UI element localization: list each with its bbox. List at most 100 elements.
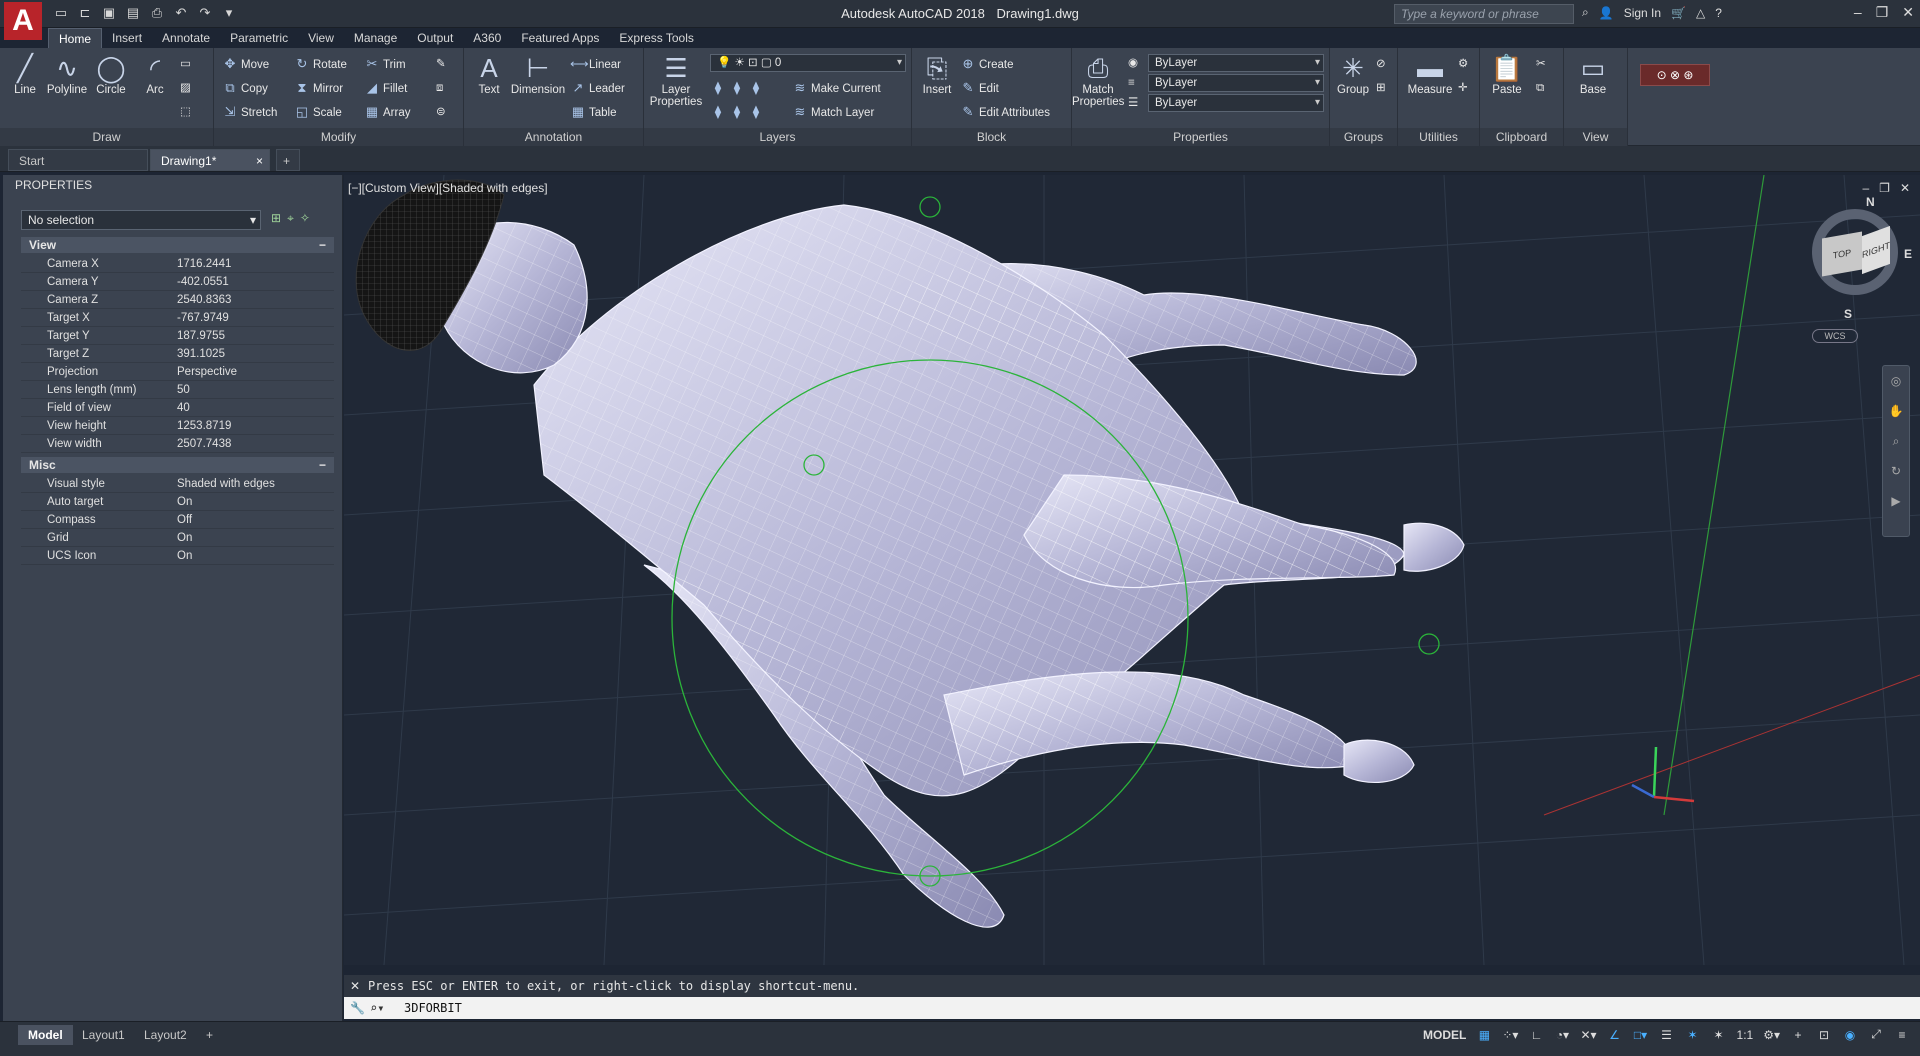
model-space-toggle[interactable]: MODEL — [1423, 1028, 1466, 1042]
lineweight-dropdown[interactable]: ByLayer — [1148, 94, 1324, 112]
match-properties-button[interactable]: ⎙ Match Properties — [1072, 52, 1124, 108]
collapse-icon[interactable]: − — [319, 237, 326, 253]
exchange-icon[interactable]: △ — [1696, 6, 1705, 20]
create-block-button[interactable]: ⊕ Create — [960, 54, 1014, 74]
copy-clip-icon[interactable]: ⧉ — [1536, 78, 1544, 98]
property-row[interactable]: Compass Off — [21, 511, 334, 529]
trim-button[interactable]: ✂ Trim — [364, 54, 406, 74]
compass-east[interactable]: E — [1904, 247, 1912, 261]
property-row[interactable]: Target X -767.9749 — [21, 309, 334, 327]
clean-screen-icon[interactable]: ⤢ — [1868, 1027, 1884, 1042]
application-menu-button[interactable]: A — [4, 2, 42, 40]
layers-panel-title[interactable]: Layers — [644, 128, 911, 146]
edit-block-button[interactable]: ✎ Edit — [960, 78, 999, 98]
table-button[interactable]: ▦ Table — [570, 102, 617, 122]
scale-button[interactable]: ◱ Scale — [294, 102, 342, 122]
draw-panel-title[interactable]: Draw — [0, 128, 213, 146]
copy-button[interactable]: ⧉ Copy — [222, 78, 268, 98]
point-icon[interactable]: ✛ — [1458, 78, 1468, 98]
property-row[interactable]: Field of view 40 — [21, 399, 334, 417]
layer-dropdown[interactable]: 💡 ☀ ⊡ ▢ 0 — [710, 54, 906, 72]
annotation-scale[interactable]: 1:1 — [1737, 1028, 1754, 1042]
layer-tools-row-1[interactable]: ⧫ ⧫ ⧫ — [710, 78, 767, 98]
tab-insert[interactable]: Insert — [102, 28, 152, 48]
base-button[interactable]: ▭ Base — [1570, 52, 1616, 96]
groups-panel-title[interactable]: Groups — [1330, 128, 1397, 146]
customize-icon[interactable]: 🔧 — [350, 997, 365, 1019]
ungroup-icon[interactable]: ⊘ — [1376, 54, 1386, 74]
command-input[interactable]: 🔧 ⌕▾ 3DFORBIT — [344, 997, 1920, 1019]
erase-icon[interactable]: ✎ — [436, 54, 446, 74]
circle-button[interactable]: ◯ Circle — [88, 52, 134, 96]
restore-icon[interactable]: ❐ — [1876, 4, 1889, 21]
text-button[interactable]: A Text — [466, 52, 512, 96]
line-button[interactable]: ╱ Line — [2, 52, 48, 96]
sign-in-link[interactable]: Sign In — [1624, 6, 1661, 20]
orbit-icon[interactable]: ↻ — [1883, 456, 1909, 486]
match-layer-button[interactable]: ≋ Match Layer — [792, 102, 875, 122]
property-row[interactable]: Target Z 391.1025 — [21, 345, 334, 363]
linetype-dropdown[interactable]: ByLayer — [1148, 74, 1324, 92]
tab-annotate[interactable]: Annotate — [152, 28, 220, 48]
tab-express-tools[interactable]: Express Tools — [609, 28, 703, 48]
tab-layout1[interactable]: Layout1 — [72, 1025, 135, 1045]
close-command-line-icon[interactable]: ✕ — [350, 975, 360, 997]
tab-parametric[interactable]: Parametric — [220, 28, 298, 48]
view-section-header[interactable]: View − — [21, 237, 334, 253]
arc-button[interactable]: ◜ Arc — [132, 52, 178, 96]
pan-icon[interactable]: ✋ — [1883, 396, 1909, 426]
make-current-button[interactable]: ≋ Make Current — [792, 78, 881, 98]
toggle-pickadd-icon[interactable]: ⊞ — [271, 211, 281, 226]
group-button[interactable]: ✳ Group — [1330, 52, 1376, 96]
leader-button[interactable]: ↗ Leader — [570, 78, 625, 98]
tab-drawing1[interactable]: Drawing1* × — [150, 149, 270, 171]
hardware-acceleration-icon[interactable]: ⊡ — [1816, 1028, 1832, 1042]
quick-select-icon[interactable]: ✧ — [300, 211, 310, 226]
fillet-button[interactable]: ◢ Fillet — [364, 78, 407, 98]
group-edit-icon[interactable]: ⊞ — [1376, 78, 1386, 98]
help-icon[interactable]: ? — [1715, 6, 1722, 20]
polar-icon[interactable]: ◔▾ — [1554, 1028, 1570, 1042]
view-panel-title[interactable]: View — [1564, 128, 1627, 146]
snap-icon[interactable]: ⁘▾ — [1502, 1028, 1518, 1042]
human-mesh-model[interactable] — [355, 179, 1465, 928]
isodraft-icon[interactable]: ✕▾ — [1580, 1028, 1596, 1042]
tab-a360[interactable]: A360 — [463, 28, 511, 48]
misc-section-header[interactable]: Misc − — [21, 457, 334, 473]
tab-featured-apps[interactable]: Featured Apps — [511, 28, 609, 48]
isolate-objects-icon[interactable]: ◉ — [1842, 1028, 1858, 1042]
stretch-button[interactable]: ⇲ Stretch — [222, 102, 278, 122]
customization-icon[interactable]: ≡ — [1894, 1028, 1910, 1042]
showmotion-icon[interactable]: ▶ — [1883, 486, 1909, 516]
property-row[interactable]: UCS Icon On — [21, 547, 334, 565]
property-row[interactable]: Camera Z 2540.8363 — [21, 291, 334, 309]
move-button[interactable]: ✥ Move — [222, 54, 270, 74]
tab-model[interactable]: Model — [18, 1025, 73, 1045]
rectangle-icon[interactable]: ▭ — [180, 54, 191, 74]
block-panel-title[interactable]: Block — [912, 128, 1071, 146]
close-icon[interactable]: ✕ — [1902, 4, 1914, 21]
property-row[interactable]: Lens length (mm) 50 — [21, 381, 334, 399]
utilities-panel-title[interactable]: Utilities — [1398, 128, 1479, 146]
binoculars-icon[interactable]: ⌕ — [1582, 5, 1589, 20]
mirror-button[interactable]: ⧗ Mirror — [294, 78, 343, 98]
hatch-icon[interactable]: ▨ — [180, 78, 191, 98]
insert-button[interactable]: ⎘ Insert — [914, 52, 960, 96]
ortho-icon[interactable]: ∟ — [1528, 1028, 1544, 1042]
close-icon[interactable]: ✕ — [1900, 181, 1910, 195]
array-button[interactable]: ▦ Array — [364, 102, 411, 122]
linear-button[interactable]: ⟷Linear — [570, 54, 621, 74]
viewport-controls-label[interactable]: [−][Custom View][Shaded with edges] — [348, 181, 548, 195]
steering-wheel-icon[interactable]: ◎ — [1883, 366, 1909, 396]
add-layout-button[interactable]: + — [196, 1025, 223, 1045]
express-tools-toolbar[interactable]: ⊙ ⊗ ⊛ — [1640, 64, 1710, 86]
annotation-panel-title[interactable]: Annotation — [464, 128, 643, 146]
layer-properties-button[interactable]: ☰ Layer Properties — [648, 52, 704, 108]
explode-icon[interactable]: ⧈ — [436, 78, 443, 98]
property-row[interactable]: Visual style Shaded with edges — [21, 475, 334, 493]
quick-select-icon[interactable]: ⚙ — [1458, 54, 1468, 74]
drawing-viewport[interactable]: [−][Custom View][Shaded with edges] – ❐ … — [344, 175, 1920, 965]
color-dropdown[interactable]: ByLayer — [1148, 54, 1324, 72]
property-row[interactable]: View width 2507.7438 — [21, 435, 334, 453]
polyline-button[interactable]: ∿ Polyline — [44, 52, 90, 96]
